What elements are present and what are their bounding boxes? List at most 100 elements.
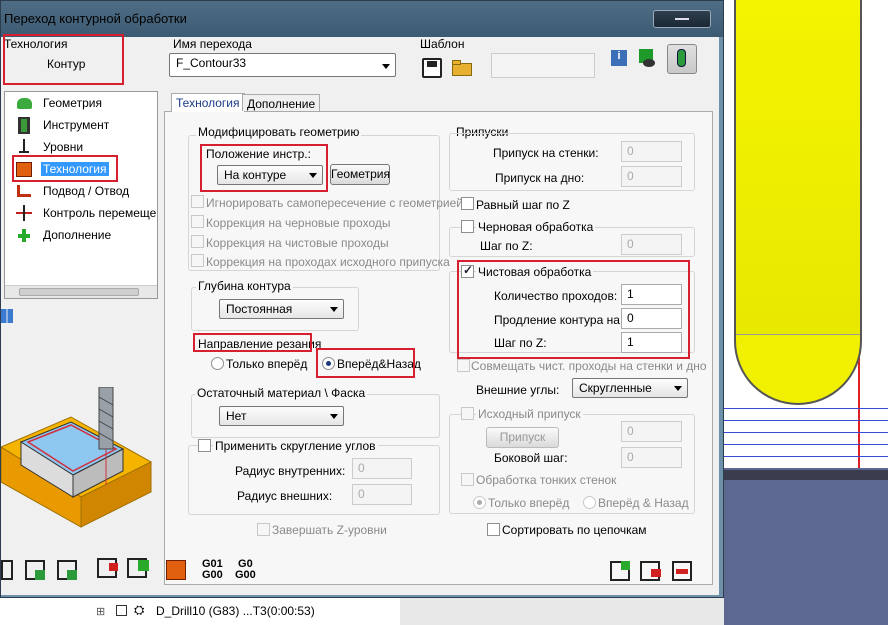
outer-radius-label: Радиус внешних: (237, 489, 333, 503)
save-calc-icon[interactable] (57, 560, 77, 580)
g01-g00-button[interactable]: G01 G00 (202, 559, 223, 581)
rough-z-step-field[interactable]: 0 (621, 234, 682, 255)
rough-checkbox[interactable] (461, 220, 474, 233)
background-panel (400, 595, 724, 625)
thin-walls-label: Обработка тонких стенок (476, 473, 617, 487)
parameter-tree[interactable]: Геометрия Инструмент Уровни Технология П… (4, 91, 158, 299)
initial-stock-checkbox[interactable] (461, 407, 474, 420)
stock-correction-label: Коррекция на проходах исходного припуска (206, 255, 450, 269)
wall-allowance-label: Припуск на стенки: (493, 146, 599, 160)
tool-preview-icon[interactable] (637, 47, 657, 67)
save-db-icon[interactable] (25, 560, 45, 580)
equal-z-step-label: Равный шаг по Z (476, 198, 570, 212)
highlight-technology (3, 34, 124, 85)
save-export-icon[interactable] (640, 561, 661, 581)
expand-icon[interactable]: ⊞ (96, 605, 105, 618)
contour-operation-dialog: Переход контурной обработки Технология К… (0, 0, 724, 598)
tree-op-label: D_Drill10 (G83) ...T3(0:00:53) (156, 604, 315, 618)
rest-material-select[interactable]: Нет (219, 406, 344, 426)
thin-forward-radio-dot (477, 500, 482, 505)
tool-icon (15, 117, 33, 134)
outer-corners-label: Внешние углы: (476, 383, 560, 397)
sort-chains-label: Сортировать по цепочкам (502, 523, 647, 537)
stock-button[interactable]: Припуск (486, 427, 559, 448)
exit-icon[interactable] (672, 561, 692, 581)
wall-allowance-field[interactable]: 0 (621, 141, 682, 162)
rough-z-step-label: Шаг по Z: (480, 239, 533, 253)
save-template-icon[interactable] (422, 58, 442, 78)
technology-stack-icon[interactable] (166, 560, 186, 580)
title-bar[interactable]: Переход контурной обработки (1, 1, 723, 37)
rest-material-title: Остаточный материал \ Фаска (195, 386, 368, 400)
save-add-icon[interactable] (610, 561, 630, 581)
dialog-client: Технология Контур Имя перехода F_Contour… (1, 34, 719, 595)
open-folder-icon[interactable] (452, 57, 472, 77)
cad-viewport[interactable] (724, 0, 888, 625)
background-operation-tree[interactable]: ⊞ ⛭ D_Drill10 (G83) ...T3(0:00:53) (0, 595, 400, 625)
rough-correction-checkbox[interactable] (191, 215, 204, 228)
ignore-self-intersection-label: Игнорировать самопересечение с геометрие… (206, 196, 463, 210)
pointer-tool-button[interactable] (667, 44, 697, 74)
ignore-self-intersection-checkbox[interactable] (191, 195, 204, 208)
levels-icon (15, 139, 33, 155)
toolpath-line (724, 456, 888, 457)
info-icon[interactable]: i (611, 50, 627, 66)
equal-z-step-checkbox[interactable] (461, 197, 474, 210)
side-step-label: Боковой шаг: (494, 451, 568, 465)
stock-block-3d (724, 468, 888, 625)
stock-correction-checkbox[interactable] (191, 254, 204, 267)
outer-corners-select[interactable]: Скругленные (572, 378, 688, 398)
template-label: Шаблон (420, 37, 465, 51)
sort-chains-checkbox[interactable] (487, 523, 500, 536)
finish-z-levels-label: Завершать Z-уровни (272, 523, 387, 537)
geometry-button[interactable]: Геометрия (330, 164, 390, 185)
highlight-tool-position (200, 144, 328, 192)
outer-radius-field[interactable]: 0 (352, 484, 412, 505)
plus-icon (15, 227, 33, 243)
forward-only-radio[interactable] (211, 357, 224, 370)
toolpath-line (724, 420, 888, 421)
tool-shank-3d (736, 0, 860, 335)
highlight-finish (457, 260, 690, 359)
finish-correction-label: Коррекция на чистовые проходы (206, 236, 389, 250)
tab-addition[interactable]: Дополнение (242, 94, 321, 111)
rough-label: Черновая обработка (476, 220, 596, 234)
contour-depth-select[interactable]: Постоянная (219, 299, 344, 319)
floor-allowance-field[interactable]: 0 (621, 166, 682, 187)
op-checkbox[interactable] (116, 605, 127, 616)
contour-preview-picture (1, 387, 153, 528)
grid-view-icon[interactable] (1, 309, 13, 323)
inner-radius-field[interactable]: 0 (352, 458, 412, 479)
thin-walls-checkbox[interactable] (461, 473, 474, 486)
export-icon[interactable] (97, 558, 118, 578)
stock-edge (724, 470, 888, 480)
forward-only-label: Только вперёд (226, 357, 308, 371)
geometry-icon (15, 95, 33, 111)
add-save-icon[interactable] (127, 558, 149, 578)
thin-forward-back-radio[interactable] (583, 496, 596, 509)
toolpath-line (724, 432, 888, 433)
save-icon[interactable] (1, 560, 13, 580)
tree-scrollbar[interactable] (5, 285, 157, 298)
toolpath-line (724, 444, 888, 445)
operation-name-combo[interactable]: F_Contour33 (169, 53, 396, 77)
thin-forward-label: Только вперёд (488, 496, 570, 510)
side-step-field[interactable]: 0 (621, 447, 682, 468)
modify-geometry-title: Модифицировать геометрию (196, 125, 362, 139)
operation-name-label: Имя перехода (173, 37, 252, 51)
close-button[interactable] (653, 10, 711, 28)
finish-correction-checkbox[interactable] (191, 235, 204, 248)
finish-z-levels-checkbox[interactable] (257, 523, 270, 536)
drill-icon: ⛭ (134, 602, 145, 617)
toolpath-line (724, 408, 888, 409)
floor-allowance-label: Припуск на дно: (495, 171, 585, 185)
highlight-forward-back (316, 348, 415, 378)
corner-round-checkbox[interactable] (198, 439, 211, 452)
g0-g00-button[interactable]: G0 G00 (235, 559, 256, 581)
combine-finish-checkbox[interactable] (457, 359, 470, 372)
tab-technology[interactable]: Технология (171, 93, 245, 112)
stock-value-field[interactable]: 0 (621, 421, 682, 442)
motion-control-icon (15, 205, 33, 221)
highlight-tree-technology (12, 155, 118, 182)
template-field[interactable] (491, 53, 595, 78)
